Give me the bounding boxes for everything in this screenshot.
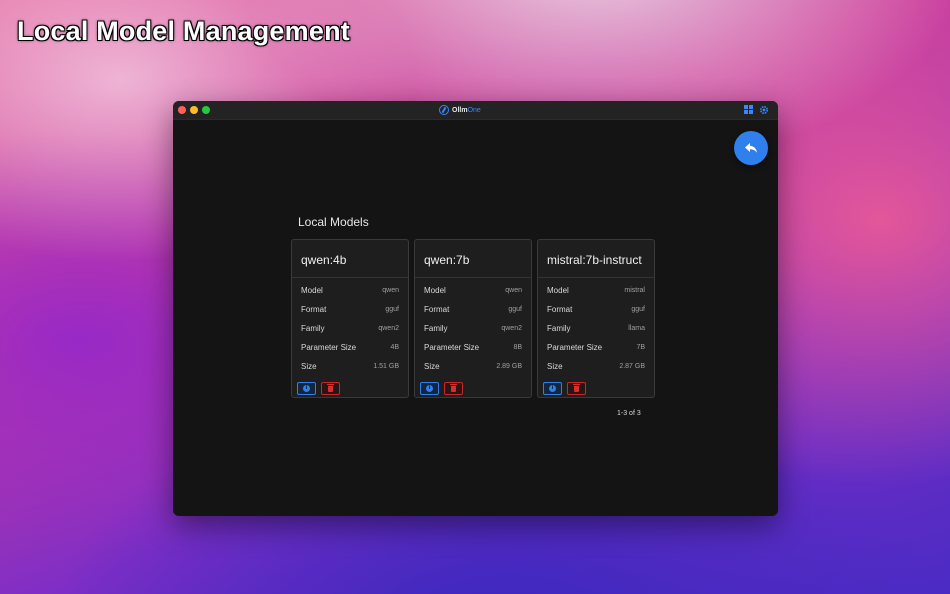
info-icon: i [303,385,310,392]
model-card-list: qwen:4b Model qwen Format gguf Family qwen2… [291,239,655,398]
model-info-button[interactable]: i [297,382,316,395]
hero-title: Local Model Management [17,16,350,46]
app-window: OllmOne Local Models qwen:4b Model qwen F… [173,101,778,516]
detail-row-model: Model mistral [547,286,645,295]
brand-name-secondary: One [467,106,481,114]
pagination-status: 1-3 of 3 [617,410,641,417]
title-bar: OllmOne [173,101,778,120]
model-info-button[interactable]: i [420,382,439,395]
model-card: qwen:4b Model qwen Format gguf Family qwen2… [291,239,409,398]
minimize-window-button[interactable] [190,106,198,114]
model-delete-button[interactable] [321,382,340,395]
detail-row-parameter-size: Parameter Size 8B [424,343,522,352]
info-icon: i [426,385,433,392]
close-window-button[interactable] [178,106,186,114]
model-card: qwen:7b Model qwen Format gguf Family qwen2… [414,239,532,398]
reply-arrow-icon [745,143,757,153]
detail-row-model: Model qwen [301,286,399,295]
model-info-button[interactable]: i [543,382,562,395]
dashboard-grid-icon[interactable] [744,105,754,115]
model-card-title: mistral:7b-instruct [538,240,654,278]
detail-row-parameter-size: Parameter Size 4B [301,343,399,352]
detail-row-parameter-size: Parameter Size 7B [547,343,645,352]
detail-row-size: Size 1.51 GB [301,362,399,371]
model-delete-button[interactable] [567,382,586,395]
trash-icon [450,383,457,392]
detail-row-format: Format gguf [424,305,522,314]
trash-icon [573,383,580,392]
model-delete-button[interactable] [444,382,463,395]
back-button[interactable] [734,131,768,165]
brand-name-primary: Ollm [452,106,468,114]
detail-row-format: Format gguf [301,305,399,314]
gear-icon[interactable] [759,105,769,115]
model-card: mistral:7b-instruct Model mistral Format g… [537,239,655,398]
detail-row-family: Family qwen2 [424,324,522,333]
detail-row-size: Size 2.89 GB [424,362,522,371]
detail-row-family: Family qwen2 [301,324,399,333]
app-logo-icon [439,105,449,115]
detail-row-format: Format gguf [547,305,645,314]
detail-row-size: Size 2.87 GB [547,362,645,371]
info-icon: i [549,385,556,392]
section-title: Local Models [298,215,369,229]
detail-row-family: Family llama [547,324,645,333]
app-brand: OllmOne [439,105,481,115]
detail-row-model: Model qwen [424,286,522,295]
model-card-title: qwen:7b [415,240,531,278]
zoom-window-button[interactable] [202,106,210,114]
trash-icon [327,383,334,392]
model-card-title: qwen:4b [292,240,408,278]
